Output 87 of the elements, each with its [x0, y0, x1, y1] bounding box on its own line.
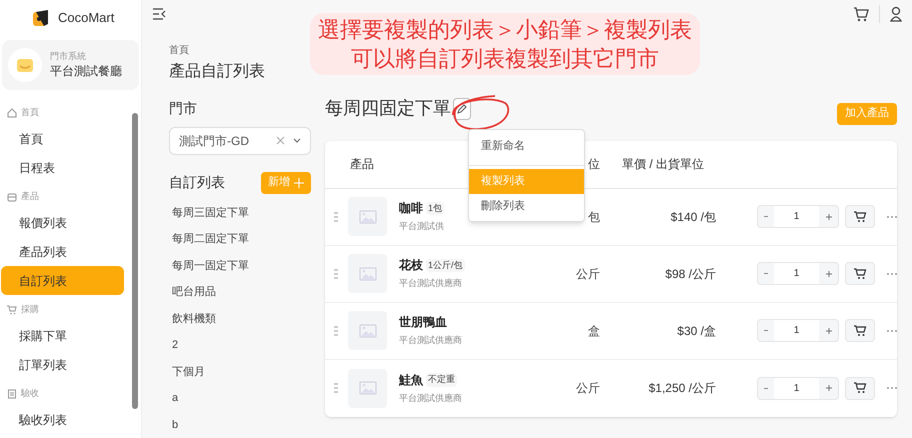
add-to-cart-button[interactable] — [845, 376, 875, 400]
section-label: 首頁 — [21, 106, 39, 120]
scrollbar[interactable] — [132, 113, 138, 409]
add-to-cart-button[interactable] — [845, 262, 875, 285]
column-header: 單價 / 出貨單位 — [622, 156, 704, 173]
plus-icon — [294, 178, 304, 188]
supplier-name: 平台測試供應商 — [399, 277, 463, 290]
product-name: 世朋鴨血 — [399, 314, 447, 332]
list-item[interactable]: b — [169, 412, 178, 438]
menu-item[interactable]: 刪除列表 — [469, 194, 584, 218]
supplier-name: 平台測試供應商 — [399, 392, 463, 405]
document-icon — [7, 389, 17, 399]
sidebar-item[interactable]: 訂單列表 — [1, 350, 124, 379]
list-item[interactable]: 每周一固定下單 — [169, 252, 249, 279]
user-icon[interactable] — [890, 6, 902, 22]
pencil-icon — [457, 104, 467, 114]
cart-icon — [854, 324, 866, 336]
sidebar-item[interactable]: 採購下單 — [1, 321, 124, 350]
section-label: 產品 — [21, 190, 39, 204]
add-to-cart-button[interactable] — [845, 319, 875, 342]
unit-cell-text: 公斤 — [575, 380, 600, 397]
list-item[interactable]: 每周二固定下單 — [169, 226, 249, 252]
price-cell-text: $98 /公斤 — [664, 266, 716, 282]
list-title: 每周四固定下單 — [325, 97, 451, 120]
drag-handle[interactable] — [334, 326, 338, 336]
list-item[interactable]: a — [169, 385, 178, 412]
home-icon — [7, 108, 17, 118]
store-select[interactable]: 測試門市-GD — [169, 126, 311, 154]
box-icon — [7, 192, 17, 202]
cart-icon[interactable] — [853, 6, 869, 22]
unit-cell-text: 盒 — [587, 322, 600, 340]
list-item[interactable]: 下個月 — [169, 358, 205, 385]
store-label: 門市 — [169, 98, 198, 118]
price-cell-text: $30 /盒 — [676, 322, 716, 340]
list-item[interactable]: 每周三固定下單 — [169, 200, 249, 226]
breadcrumb[interactable]: 首頁 — [169, 42, 311, 58]
sidebar-item[interactable]: 驗收列表 — [1, 405, 124, 434]
annotation-circle-drawing — [449, 92, 511, 132]
brand-name: CocoMart — [58, 9, 114, 28]
store-avatar-icon — [8, 48, 42, 82]
column-header: 產品 — [350, 156, 375, 173]
clear-icon[interactable] — [276, 136, 285, 145]
drag-handle[interactable] — [334, 212, 338, 222]
product-tag: 不定重 — [426, 373, 457, 386]
sidebar-item[interactable]: 自訂列表 — [1, 266, 124, 295]
sidebar-item[interactable]: 首頁 — [1, 124, 124, 153]
cart-icon — [7, 305, 17, 315]
page-title: 產品自訂列表 — [169, 62, 266, 82]
store-system-label: 門市系統 — [50, 50, 87, 62]
price-cell-text: $1,250 /公斤 — [648, 380, 716, 397]
supplier-name: 平台測試供應商 — [399, 334, 463, 348]
store-name: 平台測試餐廳 — [50, 63, 122, 80]
image-icon — [358, 210, 376, 224]
section-label: 採購 — [21, 303, 39, 316]
menu-item[interactable]: 重新命名 — [469, 132, 584, 162]
annotation-text: 選擇要複製的列表＞小鉛筆＞複製列表 — [318, 16, 692, 44]
chevron-down-icon[interactable] — [293, 138, 301, 143]
list-item[interactable]: 飲料機類 — [169, 306, 216, 332]
product-name: 鮭魚 — [399, 372, 423, 389]
cart-icon — [854, 210, 866, 222]
section-title: 自訂列表 — [169, 173, 226, 192]
column-header: 位 — [587, 156, 600, 173]
image-icon — [358, 266, 376, 280]
section-label: 驗收 — [21, 387, 39, 400]
list-item[interactable]: 吧台用品 — [169, 279, 216, 306]
price-cell-text: $140 /包 — [670, 208, 716, 226]
sidebar-item[interactable]: 產品列表 — [1, 237, 124, 266]
annotation-text: 可以將自訂列表複製到其它門市 — [351, 45, 659, 73]
image-icon — [358, 324, 376, 338]
supplier-name: 平台測試供 — [399, 220, 445, 234]
cart-icon — [854, 382, 866, 394]
add-to-cart-button[interactable] — [845, 205, 875, 228]
product-name: 花枝 — [399, 257, 423, 274]
list-item[interactable]: 2 — [169, 332, 178, 358]
drag-handle[interactable] — [334, 268, 338, 278]
unit-cell-text: 包 — [587, 208, 600, 226]
image-icon — [358, 381, 376, 395]
product-tag: 1公斤/包 — [426, 258, 465, 272]
logo-icon — [32, 9, 50, 27]
sidebar-item[interactable]: 日程表 — [1, 153, 124, 182]
product-tag: 1包 — [426, 202, 444, 215]
cart-icon — [854, 268, 866, 280]
unit-cell-text: 公斤 — [575, 266, 600, 282]
product-name: 咖啡 — [399, 200, 423, 218]
sidebar-item[interactable]: 報價列表 — [1, 208, 124, 237]
collapse-menu-icon[interactable] — [152, 8, 166, 20]
drag-handle[interactable] — [334, 383, 338, 393]
